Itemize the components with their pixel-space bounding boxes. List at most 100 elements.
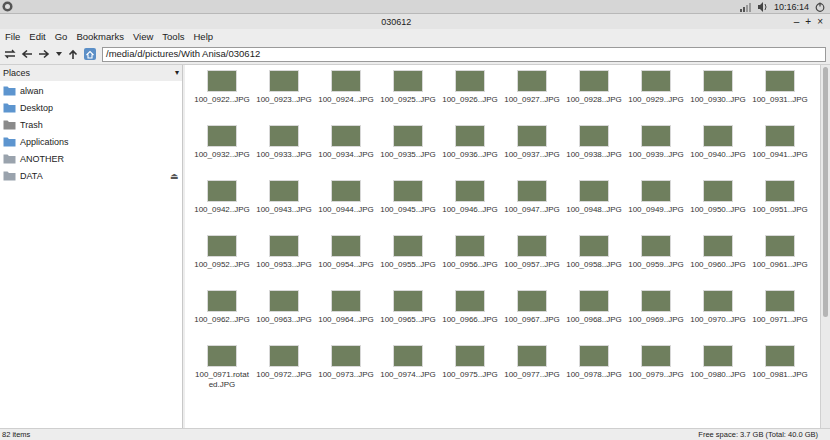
sidebar-item[interactable]: Desktop — [0, 99, 182, 116]
file-name[interactable]: 100_0965..JPG — [380, 315, 436, 325]
file-name[interactable]: 100_0950..JPG — [690, 205, 746, 215]
file-item[interactable]: 100_0962..JPG — [191, 288, 253, 343]
menu-item[interactable]: Help — [194, 31, 214, 43]
file-item[interactable]: 100_0922..JPG — [191, 68, 253, 123]
file-name[interactable]: 100_0967..JPG — [504, 315, 560, 325]
file-item[interactable]: 100_0926..JPG — [439, 68, 501, 123]
file-item[interactable]: 100_0978..JPG — [563, 343, 625, 398]
eject-button[interactable]: ⏏ — [170, 170, 179, 182]
file-name[interactable]: 100_0944..JPG — [318, 205, 374, 215]
file-item[interactable]: 100_0979..JPG — [625, 343, 687, 398]
file-item[interactable]: 100_0959..JPG — [625, 233, 687, 288]
file-name[interactable]: 100_0973..JPG — [318, 370, 374, 380]
file-item[interactable]: 100_0974..JPG — [377, 343, 439, 398]
sidebar-item[interactable]: ANOTHER — [0, 150, 182, 167]
file-name[interactable]: 100_0960..JPG — [690, 260, 746, 270]
sidebar-item[interactable]: alwan — [0, 82, 182, 99]
menu-item[interactable]: File — [5, 31, 20, 43]
file-name[interactable]: 100_0979..JPG — [628, 370, 684, 380]
file-name[interactable]: 100_0947..JPG — [504, 205, 560, 215]
file-name[interactable]: 100_0952..JPG — [194, 260, 250, 270]
file-name[interactable]: 100_0925..JPG — [380, 95, 436, 105]
file-item[interactable]: 100_0948..JPG — [563, 178, 625, 233]
window-control[interactable]: – — [793, 16, 801, 28]
file-item[interactable]: 100_0964..JPG — [315, 288, 377, 343]
file-name[interactable]: 100_0929..JPG — [628, 95, 684, 105]
file-name[interactable]: 100_0923..JPG — [256, 95, 312, 105]
file-item[interactable]: 100_0935..JPG — [377, 123, 439, 178]
file-item[interactable]: 100_0943..JPG — [253, 178, 315, 233]
file-name[interactable]: 100_0971..JPG — [752, 315, 808, 325]
file-name[interactable]: 100_0955..JPG — [380, 260, 436, 270]
file-name[interactable]: 100_0951..JPG — [752, 205, 808, 215]
menu-item[interactable]: View — [133, 31, 153, 43]
file-item[interactable]: 100_0938..JPG — [563, 123, 625, 178]
file-item[interactable]: 100_0966..JPG — [439, 288, 501, 343]
file-item[interactable]: 100_0969..JPG — [625, 288, 687, 343]
sidebar-item[interactable]: Trash — [0, 116, 182, 133]
file-item[interactable]: 100_0967..JPG — [501, 288, 563, 343]
sidebar-label[interactable]: Desktop — [20, 102, 179, 114]
file-item[interactable]: 100_0939..JPG — [625, 123, 687, 178]
file-item[interactable]: 100_0924..JPG — [315, 68, 377, 123]
file-item[interactable]: 100_0961..JPG — [749, 233, 811, 288]
file-item[interactable]: 100_0963..JPG — [253, 288, 315, 343]
file-item[interactable]: 100_0940..JPG — [687, 123, 749, 178]
file-item[interactable]: 100_0927..JPG — [501, 68, 563, 123]
file-name[interactable]: 100_0980..JPG — [690, 370, 746, 380]
menu-logo-icon[interactable] — [2, 1, 13, 12]
file-name[interactable]: 100_0934..JPG — [318, 150, 374, 160]
file-name[interactable]: 100_0958..JPG — [566, 260, 622, 270]
file-name[interactable]: 100_0981..JPG — [752, 370, 808, 380]
file-name[interactable]: 100_0974..JPG — [380, 370, 436, 380]
file-item[interactable]: 100_0952..JPG — [191, 233, 253, 288]
file-name[interactable]: 100_0959..JPG — [628, 260, 684, 270]
file-name[interactable]: 100_0953..JPG — [256, 260, 312, 270]
file-name[interactable]: 100_0970..JPG — [690, 315, 746, 325]
file-name[interactable]: 100_0935..JPG — [380, 150, 436, 160]
file-name[interactable]: 100_0962..JPG — [194, 315, 250, 325]
clock[interactable]: 10:16:14 — [774, 1, 809, 13]
file-item[interactable]: 100_0934..JPG — [315, 123, 377, 178]
sidebar-label[interactable]: Applications — [20, 136, 179, 148]
file-item[interactable]: 100_0942..JPG — [191, 178, 253, 233]
path-field[interactable]: /media/d/pictures/With Anisa/030612 — [102, 47, 826, 62]
file-name[interactable]: 100_0926..JPG — [442, 95, 498, 105]
file-item[interactable]: 100_0980..JPG — [687, 343, 749, 398]
menu-item[interactable]: Edit — [29, 31, 45, 43]
file-name[interactable]: 100_0972..JPG — [256, 370, 312, 380]
file-name[interactable]: 100_0949..JPG — [628, 205, 684, 215]
file-name[interactable]: 100_0932..JPG — [194, 150, 250, 160]
file-name[interactable]: 100_0954..JPG — [318, 260, 374, 270]
file-name[interactable]: 100_0971.rotated.JPG — [194, 370, 250, 390]
file-name[interactable]: 100_0968..JPG — [566, 315, 622, 325]
file-item[interactable]: 100_0951..JPG — [749, 178, 811, 233]
file-item[interactable]: 100_0946..JPG — [439, 178, 501, 233]
file-name[interactable]: 100_0963..JPG — [256, 315, 312, 325]
file-item[interactable]: 100_0970..JPG — [687, 288, 749, 343]
file-item[interactable]: 100_0955..JPG — [377, 233, 439, 288]
file-item[interactable]: 100_0971.rotated.JPG — [191, 343, 253, 398]
file-name[interactable]: 100_0922..JPG — [194, 95, 250, 105]
power-icon[interactable] — [815, 2, 825, 12]
file-item[interactable]: 100_0949..JPG — [625, 178, 687, 233]
file-item[interactable]: 100_0932..JPG — [191, 123, 253, 178]
file-name[interactable]: 100_0939..JPG — [628, 150, 684, 160]
window-control[interactable]: × — [816, 16, 824, 28]
back-icon[interactable] — [21, 49, 33, 59]
file-name[interactable]: 100_0940..JPG — [690, 150, 746, 160]
file-item[interactable]: 100_0973..JPG — [315, 343, 377, 398]
file-item[interactable]: 100_0981..JPG — [749, 343, 811, 398]
scrollbar[interactable] — [820, 65, 830, 428]
places-toggle[interactable]: ▾ — [175, 67, 179, 79]
file-item[interactable]: 100_0931..JPG — [749, 68, 811, 123]
file-name[interactable]: 100_0977..JPG — [504, 370, 560, 380]
file-item[interactable]: 100_0957..JPG — [501, 233, 563, 288]
menu-item[interactable]: Bookmarks — [76, 31, 124, 43]
file-name[interactable]: 100_0969..JPG — [628, 315, 684, 325]
menu-item[interactable]: Tools — [162, 31, 184, 43]
file-item[interactable]: 100_0965..JPG — [377, 288, 439, 343]
sidebar-label[interactable]: alwan — [20, 85, 179, 97]
file-name[interactable]: 100_0937..JPG — [504, 150, 560, 160]
file-item[interactable]: 100_0968..JPG — [563, 288, 625, 343]
